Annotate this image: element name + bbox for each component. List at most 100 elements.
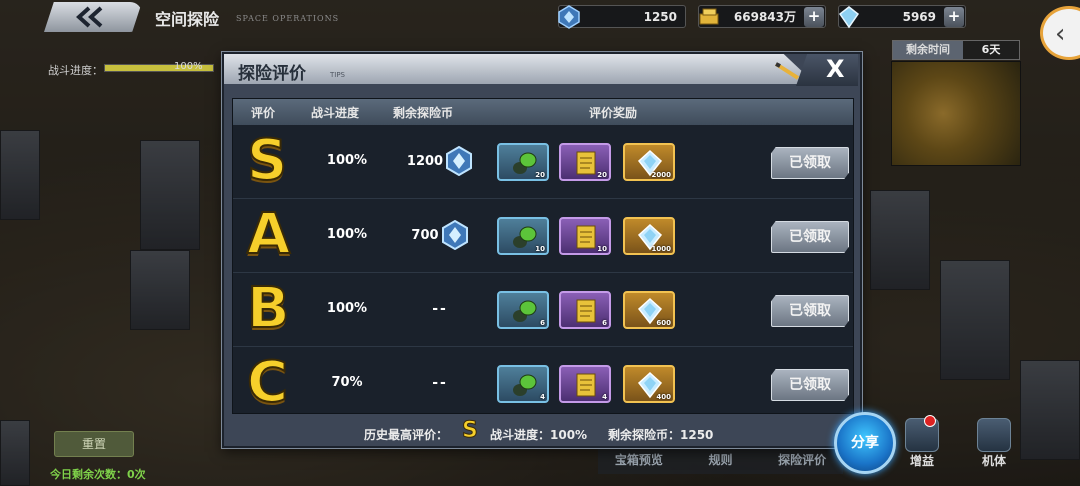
daily-attempts-text: 今日剩余次数：0次 (50, 468, 146, 481)
scroll-icon (576, 299, 596, 323)
coin-amount: 1200 (406, 153, 444, 169)
claimed-button[interactable]: 已领取 (771, 295, 849, 327)
chevron-left-icon: ‹ (1055, 19, 1066, 49)
mecha-icon (977, 418, 1011, 452)
coin-amount: 700 (411, 227, 439, 243)
reward-battery[interactable]: 4 (497, 365, 549, 403)
back-button[interactable] (44, 2, 142, 32)
evaluation-dialog: 探险评价 TIPS X 评价 战斗进度 剩余探险币 评价奖励 S 100% 12… (222, 52, 862, 448)
reward-count: 4 (602, 393, 607, 401)
row-progress: 70% (331, 375, 363, 390)
coin-amount: -- (432, 375, 448, 391)
reward-battery[interactable]: 6 (497, 291, 549, 329)
scroll-icon (576, 373, 596, 397)
bottom-tabs: 宝箱预览 规则 探险评价 (598, 446, 843, 474)
best-grade-label: 历史最高评价： (364, 428, 449, 442)
footer-coins: 剩余探险币：1250 (608, 428, 714, 442)
reward-count: 1000 (651, 245, 671, 253)
reward-count: 6 (540, 319, 545, 327)
page-title: 空间探险 (155, 10, 220, 29)
reward-count: 20 (597, 171, 607, 179)
resource-value: 669843万 (733, 10, 796, 24)
reset-button[interactable]: 重置 (54, 431, 134, 457)
row-coins: -- (395, 367, 485, 399)
mecha-button[interactable]: 机体 (972, 418, 1016, 474)
resource-crystal: 1250 (558, 4, 686, 29)
close-icon: X (826, 55, 845, 83)
share-button[interactable]: 分享 (834, 412, 896, 474)
add-diamond-button[interactable]: + (944, 6, 964, 27)
grade-letter: B (246, 276, 291, 341)
coin-amount: -- (432, 301, 448, 317)
reward-count: 400 (656, 393, 671, 401)
exploration-coin-icon (441, 220, 468, 250)
claimed-button[interactable]: 已领取 (771, 221, 849, 253)
battery-icon (513, 300, 537, 322)
boost-icon (905, 415, 939, 452)
gold-bars-icon (699, 8, 719, 24)
add-gold-button[interactable]: + (804, 6, 824, 27)
reward-diamond[interactable]: 400 (623, 365, 675, 403)
tab-chest-preview[interactable]: 宝箱预览 (598, 447, 680, 474)
grade-letter: S (246, 128, 288, 193)
footer-progress: 战斗进度：100% (490, 428, 588, 442)
page-subtitle: SPACE OPERATIONS (236, 14, 340, 23)
boost-button[interactable]: 增益 (900, 415, 944, 474)
dialog-tips: TIPS (330, 71, 346, 79)
table-row: B 100% -- 6 6 600 已领取 (233, 273, 853, 347)
reward-count: 10 (597, 245, 607, 253)
reward-diamond[interactable]: 2000 (623, 143, 675, 181)
evaluation-table: 评价 战斗进度 剩余探险币 评价奖励 S 100% 1200 20 20 200… (232, 98, 854, 414)
row-coins: -- (395, 293, 485, 325)
reward-scroll[interactable]: 4 (559, 365, 611, 403)
battle-progress-value: 100% (174, 61, 203, 72)
row-coins: 700 (395, 219, 485, 251)
reward-battery[interactable]: 10 (497, 217, 549, 255)
reward-diamond[interactable]: 600 (623, 291, 675, 329)
dialog-header: 探险评价 TIPS (224, 54, 816, 84)
dialog-footer: 历史最高评价： S 战斗进度：100% 剩余探险币：1250 (224, 418, 860, 446)
claimed-button[interactable]: 已领取 (771, 147, 849, 179)
header-grade: 评价 (251, 106, 276, 120)
reward-scroll[interactable]: 6 (559, 291, 611, 329)
best-grade-value: S (462, 418, 479, 444)
tab-rules[interactable]: 规则 (680, 447, 762, 474)
reward-diamond[interactable]: 1000 (623, 217, 675, 255)
battery-icon (513, 374, 537, 396)
remaining-time: 剩余时间 6天 (892, 40, 1020, 60)
crystal-icon (558, 4, 580, 29)
row-progress: 100% (326, 153, 368, 168)
table-row: S 100% 1200 20 20 2000 已领取 (233, 125, 853, 199)
reward-scroll[interactable]: 10 (559, 217, 611, 255)
close-button[interactable]: X (796, 54, 858, 86)
reward-count: 20 (535, 171, 545, 179)
row-coins: 1200 (395, 145, 485, 177)
back-arrow-icon (76, 6, 103, 28)
pencil-decoration-icon (774, 62, 800, 80)
reward-battery[interactable]: 20 (497, 143, 549, 181)
resource-value: 5969 (902, 9, 936, 24)
remaining-time-label: 剩余时间 (893, 41, 963, 59)
boost-label: 增益 (909, 454, 934, 468)
reward-count: 10 (535, 245, 545, 253)
header-progress: 战斗进度 (311, 106, 360, 120)
tab-evaluation[interactable]: 探险评价 (761, 447, 843, 474)
minimap[interactable] (891, 61, 1021, 166)
table-row: A 100% 700 10 10 1000 已领取 (233, 199, 853, 273)
dialog-title: 探险评价 (238, 64, 306, 84)
mecha-label: 机体 (981, 454, 1006, 468)
resource-value: 1250 (643, 9, 677, 24)
grade-letter: C (246, 350, 289, 415)
resource-diamond: 5969 + (838, 5, 966, 28)
claimed-button[interactable]: 已领取 (771, 369, 849, 401)
reward-scroll[interactable]: 20 (559, 143, 611, 181)
header-coins: 剩余探险币 (393, 106, 454, 120)
reward-count: 2000 (651, 171, 671, 179)
resource-gold: 669843万 + (698, 5, 826, 28)
row-progress: 100% (326, 301, 368, 316)
grade-letter: A (246, 202, 291, 267)
reward-count: 4 (540, 393, 545, 401)
table-row: C 70% -- 4 4 400 已领取 (233, 347, 853, 415)
battle-progress-label: 战斗进度： (48, 64, 103, 77)
reward-count: 6 (602, 319, 607, 327)
